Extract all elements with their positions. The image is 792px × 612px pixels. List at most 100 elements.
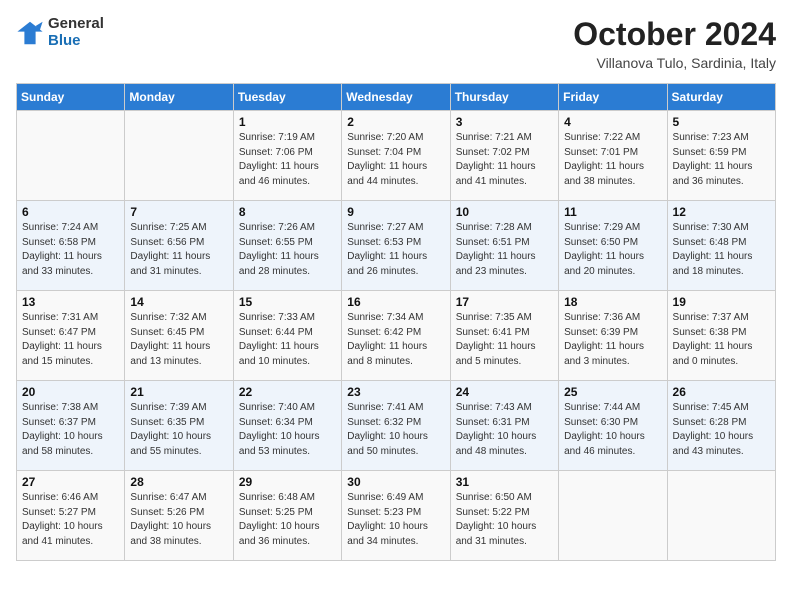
calendar-cell: 29Sunrise: 6:48 AM Sunset: 5:25 PM Dayli… <box>233 471 341 561</box>
day-number: 22 <box>239 385 336 399</box>
calendar-cell: 25 Sunrise: 7:44 AM Sunset: 6:30 PM Dayli… <box>559 381 667 471</box>
calendar-cell: 8 Sunrise: 7:26 AM Sunset: 6:55 PM Daylig… <box>233 201 341 291</box>
day-info: Sunrise: 7:30 AM Sunset: 6:48 PM Dayligh… <box>673 221 770 279</box>
calendar-cell: 7Sunrise: 7:25 AM Sunset: 6:56 PM Daylig… <box>125 201 233 291</box>
day-info: Sunrise: 7:45 AM Sunset: 6:28 PM Dayligh… <box>673 401 770 459</box>
calendar-cell: 15 Sunrise: 7:33 AM Sunset: 6:44 PM Dayli… <box>233 291 341 381</box>
calendar-cell: 12 Sunrise: 7:30 AM Sunset: 6:48 PM Dayli… <box>667 201 775 291</box>
calendar-cell: 23 Sunrise: 7:41 AM Sunset: 6:32 PM Dayli… <box>342 381 450 471</box>
day-number: 8 <box>239 205 336 219</box>
day-number: 27 <box>22 475 119 489</box>
day-info: Sunrise: 7:27 AM Sunset: 6:53 PM Dayligh… <box>347 221 444 279</box>
day-info: Sunrise: 7:20 AM Sunset: 7:04 PM Dayligh… <box>347 131 444 189</box>
calendar-week-3: 13 Sunrise: 7:31 AM Sunset: 6:47 PM Dayli… <box>17 291 776 381</box>
day-number: 2 <box>347 115 444 129</box>
calendar-cell: 13 Sunrise: 7:31 AM Sunset: 6:47 PM Dayli… <box>17 291 125 381</box>
calendar-cell: 4Sunrise: 7:22 AM Sunset: 7:01 PM Daylig… <box>559 111 667 201</box>
day-number: 28 <box>130 475 227 489</box>
day-info: Sunrise: 7:44 AM Sunset: 6:30 PM Dayligh… <box>564 401 661 459</box>
calendar-cell: 26 Sunrise: 7:45 AM Sunset: 6:28 PM Dayli… <box>667 381 775 471</box>
calendar-cell <box>125 111 233 201</box>
day-info: Sunrise: 6:47 AM Sunset: 5:26 PM Dayligh… <box>130 491 227 549</box>
calendar-week-1: 1 Sunrise: 7:19 AM Sunset: 7:06 PM Daylig… <box>17 111 776 201</box>
day-number: 24 <box>456 385 553 399</box>
calendar-week-4: 20 Sunrise: 7:38 AM Sunset: 6:37 PM Dayli… <box>17 381 776 471</box>
day-number: 13 <box>22 295 119 309</box>
day-info: Sunrise: 7:26 AM Sunset: 6:55 PM Dayligh… <box>239 221 336 279</box>
calendar-cell: 24 Sunrise: 7:43 AM Sunset: 6:31 PM Dayli… <box>450 381 558 471</box>
day-number: 15 <box>239 295 336 309</box>
day-info: Sunrise: 7:40 AM Sunset: 6:34 PM Dayligh… <box>239 401 336 459</box>
calendar-cell: 5 Sunrise: 7:23 AM Sunset: 6:59 PM Daylig… <box>667 111 775 201</box>
calendar-week-5: 27 Sunrise: 6:46 AM Sunset: 5:27 PM Dayli… <box>17 471 776 561</box>
day-info: Sunrise: 7:29 AM Sunset: 6:50 PM Dayligh… <box>564 221 661 279</box>
header-cell-friday: Friday <box>559 84 667 111</box>
day-number: 21 <box>130 385 227 399</box>
day-number: 12 <box>673 205 770 219</box>
page-header: General Blue October 2024 Villanova Tulo… <box>16 16 776 71</box>
day-number: 26 <box>673 385 770 399</box>
day-info: Sunrise: 7:38 AM Sunset: 6:37 PM Dayligh… <box>22 401 119 459</box>
title-block: October 2024 Villanova Tulo, Sardinia, I… <box>573 16 776 71</box>
day-info: Sunrise: 7:32 AM Sunset: 6:45 PM Dayligh… <box>130 311 227 369</box>
day-info: Sunrise: 7:37 AM Sunset: 6:38 PM Dayligh… <box>673 311 770 369</box>
calendar-cell: 20 Sunrise: 7:38 AM Sunset: 6:37 PM Dayli… <box>17 381 125 471</box>
day-info: Sunrise: 7:34 AM Sunset: 6:42 PM Dayligh… <box>347 311 444 369</box>
day-info: Sunrise: 7:35 AM Sunset: 6:41 PM Dayligh… <box>456 311 553 369</box>
day-number: 20 <box>22 385 119 399</box>
calendar-cell <box>559 471 667 561</box>
day-number: 23 <box>347 385 444 399</box>
calendar-cell: 14 Sunrise: 7:32 AM Sunset: 6:45 PM Dayli… <box>125 291 233 381</box>
day-info: Sunrise: 6:50 AM Sunset: 5:22 PM Dayligh… <box>456 491 553 549</box>
calendar-cell: 28 Sunrise: 6:47 AM Sunset: 5:26 PM Dayli… <box>125 471 233 561</box>
calendar-cell: 2 Sunrise: 7:20 AM Sunset: 7:04 PM Daylig… <box>342 111 450 201</box>
calendar-cell <box>17 111 125 201</box>
calendar-cell: 3Sunrise: 7:21 AM Sunset: 7:02 PM Daylig… <box>450 111 558 201</box>
calendar-cell: 21 Sunrise: 7:39 AM Sunset: 6:35 PM Dayli… <box>125 381 233 471</box>
calendar-body: 1 Sunrise: 7:19 AM Sunset: 7:06 PM Daylig… <box>17 111 776 561</box>
day-number: 14 <box>130 295 227 309</box>
calendar-cell: 9Sunrise: 7:27 AM Sunset: 6:53 PM Daylig… <box>342 201 450 291</box>
day-info: Sunrise: 7:28 AM Sunset: 6:51 PM Dayligh… <box>456 221 553 279</box>
day-number: 3 <box>456 115 553 129</box>
calendar-cell: 1 Sunrise: 7:19 AM Sunset: 7:06 PM Daylig… <box>233 111 341 201</box>
day-number: 10 <box>456 205 553 219</box>
day-info: Sunrise: 7:39 AM Sunset: 6:35 PM Dayligh… <box>130 401 227 459</box>
calendar-header: SundayMondayTuesdayWednesdayThursdayFrid… <box>17 84 776 111</box>
header-cell-sunday: Sunday <box>17 84 125 111</box>
day-number: 4 <box>564 115 661 129</box>
day-number: 5 <box>673 115 770 129</box>
calendar-cell: 30 Sunrise: 6:49 AM Sunset: 5:23 PM Dayli… <box>342 471 450 561</box>
logo-blue: Blue <box>48 33 104 50</box>
day-info: Sunrise: 7:23 AM Sunset: 6:59 PM Dayligh… <box>673 131 770 189</box>
calendar-cell <box>667 471 775 561</box>
day-number: 29 <box>239 475 336 489</box>
day-info: Sunrise: 6:46 AM Sunset: 5:27 PM Dayligh… <box>22 491 119 549</box>
calendar-cell: 27 Sunrise: 6:46 AM Sunset: 5:27 PM Dayli… <box>17 471 125 561</box>
location-subtitle: Villanova Tulo, Sardinia, Italy <box>573 55 776 71</box>
day-info: Sunrise: 7:43 AM Sunset: 6:31 PM Dayligh… <box>456 401 553 459</box>
day-number: 30 <box>347 475 444 489</box>
calendar-cell: 10 Sunrise: 7:28 AM Sunset: 6:51 PM Dayli… <box>450 201 558 291</box>
calendar-cell: 31Sunrise: 6:50 AM Sunset: 5:22 PM Dayli… <box>450 471 558 561</box>
day-number: 25 <box>564 385 661 399</box>
header-cell-thursday: Thursday <box>450 84 558 111</box>
day-number: 11 <box>564 205 661 219</box>
day-number: 1 <box>239 115 336 129</box>
day-info: Sunrise: 7:31 AM Sunset: 6:47 PM Dayligh… <box>22 311 119 369</box>
calendar-cell: 16Sunrise: 7:34 AM Sunset: 6:42 PM Dayli… <box>342 291 450 381</box>
calendar-cell: 6Sunrise: 7:24 AM Sunset: 6:58 PM Daylig… <box>17 201 125 291</box>
day-info: Sunrise: 7:25 AM Sunset: 6:56 PM Dayligh… <box>130 221 227 279</box>
day-info: Sunrise: 6:49 AM Sunset: 5:23 PM Dayligh… <box>347 491 444 549</box>
day-info: Sunrise: 7:41 AM Sunset: 6:32 PM Dayligh… <box>347 401 444 459</box>
calendar-cell: 22 Sunrise: 7:40 AM Sunset: 6:34 PM Dayli… <box>233 381 341 471</box>
day-info: Sunrise: 7:33 AM Sunset: 6:44 PM Dayligh… <box>239 311 336 369</box>
day-info: Sunrise: 7:19 AM Sunset: 7:06 PM Dayligh… <box>239 131 336 189</box>
logo: General Blue <box>16 16 104 49</box>
day-number: 18 <box>564 295 661 309</box>
day-number: 17 <box>456 295 553 309</box>
logo-text: General Blue <box>48 16 104 49</box>
day-info: Sunrise: 7:36 AM Sunset: 6:39 PM Dayligh… <box>564 311 661 369</box>
day-number: 19 <box>673 295 770 309</box>
calendar-cell: 18 Sunrise: 7:36 AM Sunset: 6:39 PM Dayli… <box>559 291 667 381</box>
